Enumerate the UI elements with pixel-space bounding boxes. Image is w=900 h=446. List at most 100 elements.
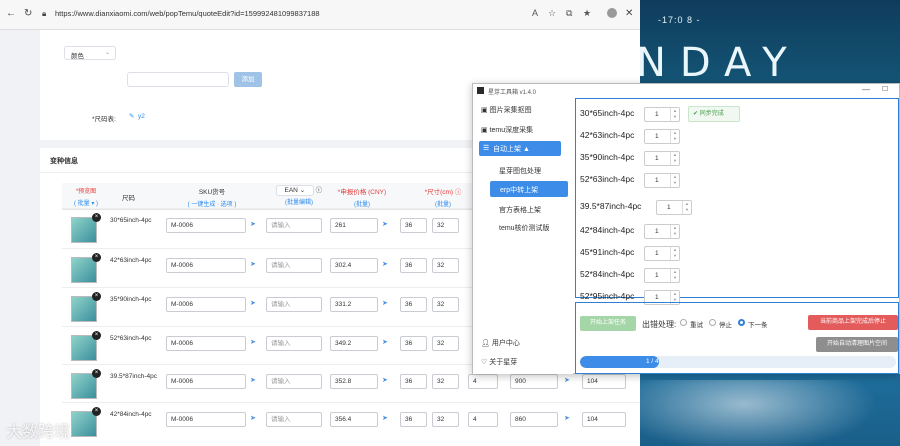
sidebar-item-auto-listing[interactable]: ☰ 自动上架 ▲ [479, 141, 561, 156]
variant-thumbnail[interactable]: × [71, 213, 101, 243]
start-task-button[interactable]: 开始上架任务 [580, 316, 636, 331]
stepper-arrows-icon[interactable]: ▲ ▼ [670, 269, 679, 282]
sidebar-subitem-image-pack[interactable]: 星芽图包处理 [499, 166, 541, 176]
quantity-stepper[interactable]: 1 ▲ ▼ [644, 129, 680, 144]
send-icon[interactable]: ➤ [382, 220, 388, 228]
close-icon[interactable]: ✕ [625, 8, 633, 19]
radio-next[interactable] [738, 319, 745, 326]
quantity-stepper[interactable]: 1 ▲ ▼ [644, 173, 680, 188]
stepper-arrows-icon[interactable]: ▲ ▼ [670, 130, 679, 143]
stepper-arrows-icon[interactable]: ▲ ▼ [682, 201, 691, 214]
length-input[interactable]: 36 [400, 258, 427, 273]
maximize-icon[interactable]: ☐ [882, 85, 888, 93]
sku-input[interactable]: M-0006 [166, 297, 246, 312]
back-icon[interactable]: ← [6, 8, 16, 19]
price-input[interactable]: 261 [330, 218, 378, 233]
stepper-arrows-icon[interactable]: ▲ ▼ [670, 174, 679, 187]
favorites-bar-icon[interactable]: ★ [583, 8, 591, 19]
stop-after-current-button[interactable]: 当前商品上架完成后停止 [808, 315, 898, 330]
close-icon[interactable]: × [92, 292, 101, 301]
close-icon[interactable]: × [92, 213, 101, 222]
radio-retry[interactable] [680, 319, 687, 326]
stepper-arrows-icon[interactable]: ▲ ▼ [670, 225, 679, 238]
send-icon[interactable]: ➤ [250, 376, 256, 384]
favorite-icon[interactable]: ☆ [548, 8, 556, 19]
send-icon[interactable]: ➤ [382, 338, 388, 346]
stepper-arrows-icon[interactable]: ▲ ▼ [670, 108, 679, 121]
width-input[interactable]: 32 [432, 374, 459, 389]
close-icon[interactable]: × [92, 253, 101, 262]
send-icon[interactable]: ➤ [250, 299, 256, 307]
variant-thumbnail[interactable]: × [71, 292, 101, 322]
close-icon[interactable]: × [92, 331, 101, 340]
price-input[interactable]: 352.8 [330, 374, 378, 389]
close-icon[interactable]: × [92, 369, 101, 378]
price-input[interactable]: 331.2 [330, 297, 378, 312]
stepper-arrows-icon[interactable]: ▲ ▼ [670, 152, 679, 165]
length-input[interactable]: 36 [400, 297, 427, 312]
sku-input[interactable]: M-0006 [166, 218, 246, 233]
width-input[interactable]: 32 [432, 336, 459, 351]
stock-input[interactable]: 104 [582, 374, 626, 389]
price-input[interactable]: 302.4 [330, 258, 378, 273]
sku-input[interactable]: M-0006 [166, 336, 246, 351]
sidebar-subitem-official-sheet[interactable]: 官方表格上架 [499, 205, 541, 215]
ean-input[interactable]: 请输入 [266, 374, 322, 389]
height-input[interactable]: 4 [468, 412, 498, 427]
send-icon[interactable]: ➤ [250, 338, 256, 346]
send-icon[interactable]: ➤ [382, 260, 388, 268]
address-bar[interactable]: https://www.dianxiaomi.com/web/popTemu/q… [55, 9, 320, 18]
variant-thumbnail[interactable]: × [71, 407, 101, 437]
send-icon[interactable]: ➤ [564, 414, 570, 422]
send-icon[interactable]: ➤ [250, 260, 256, 268]
clear-image-space-button[interactable]: 开始自动清理图片空间 [816, 337, 898, 352]
length-input[interactable]: 36 [400, 336, 427, 351]
weight-input[interactable]: 860 [510, 412, 558, 427]
profile-avatar[interactable] [607, 8, 617, 18]
sku-generate-links[interactable]: ( 一键生成 · 选项 ) [170, 199, 254, 208]
quantity-stepper[interactable]: 1 ▲ ▼ [656, 200, 692, 215]
size-chart-value[interactable]: y2 [138, 113, 145, 120]
close-icon[interactable]: × [92, 407, 101, 416]
price-batch-link[interactable]: (批量) [326, 199, 398, 208]
send-icon[interactable]: ➤ [564, 376, 570, 384]
length-input[interactable]: 36 [400, 412, 427, 427]
width-input[interactable]: 32 [432, 258, 459, 273]
sku-input[interactable]: M-0006 [166, 258, 246, 273]
price-input[interactable]: 356.4 [330, 412, 378, 427]
dims-batch-link[interactable]: (批量) [408, 199, 478, 208]
width-input[interactable]: 32 [432, 412, 459, 427]
weight-input[interactable]: 900 [510, 374, 558, 389]
ean-input[interactable]: 请输入 [266, 297, 322, 312]
width-input[interactable]: 32 [432, 297, 459, 312]
sku-input[interactable]: M-0006 [166, 374, 246, 389]
radio-stop[interactable] [709, 319, 716, 326]
quantity-stepper[interactable]: 1 ▲ ▼ [644, 224, 680, 239]
stepper-arrows-icon[interactable]: ▲ ▼ [670, 247, 679, 260]
price-input[interactable]: 349.2 [330, 336, 378, 351]
sidebar-item-user-center[interactable]: 👤︎ 用户中心 [481, 338, 520, 348]
minimize-icon[interactable]: — [862, 85, 870, 94]
ean-select[interactable]: EAN ⌄ [275, 185, 314, 196]
quantity-stepper[interactable]: 1 ▲ ▼ [644, 107, 680, 122]
width-input[interactable]: 32 [432, 218, 459, 233]
edit-icon[interactable]: ✎ [129, 112, 134, 120]
ean-batch-link[interactable]: (批量编辑) [270, 197, 328, 206]
ean-input[interactable]: 请输入 [266, 218, 322, 233]
ean-input[interactable]: 请输入 [266, 412, 322, 427]
send-icon[interactable]: ➤ [250, 414, 256, 422]
refresh-icon[interactable]: ↻ [24, 8, 32, 19]
split-screen-icon[interactable]: ⧉ [566, 8, 572, 19]
preview-batch-link[interactable]: ( 批量 ▾ ) [68, 198, 104, 207]
sidebar-item-temu-crawl[interactable]: ▣ temu深度采集 [481, 125, 533, 135]
sku-input[interactable]: M-0006 [166, 412, 246, 427]
quantity-stepper[interactable]: 1 ▲ ▼ [644, 268, 680, 283]
sidebar-item-about[interactable]: ♡ 关于星芽 [481, 357, 517, 367]
height-input[interactable]: 4 [468, 374, 498, 389]
send-icon[interactable]: ➤ [382, 376, 388, 384]
length-input[interactable]: 36 [400, 374, 427, 389]
variant-thumbnail[interactable]: × [71, 369, 101, 399]
length-input[interactable]: 36 [400, 218, 427, 233]
ean-input[interactable]: 请输入 [266, 258, 322, 273]
stock-input[interactable]: 104 [582, 412, 626, 427]
